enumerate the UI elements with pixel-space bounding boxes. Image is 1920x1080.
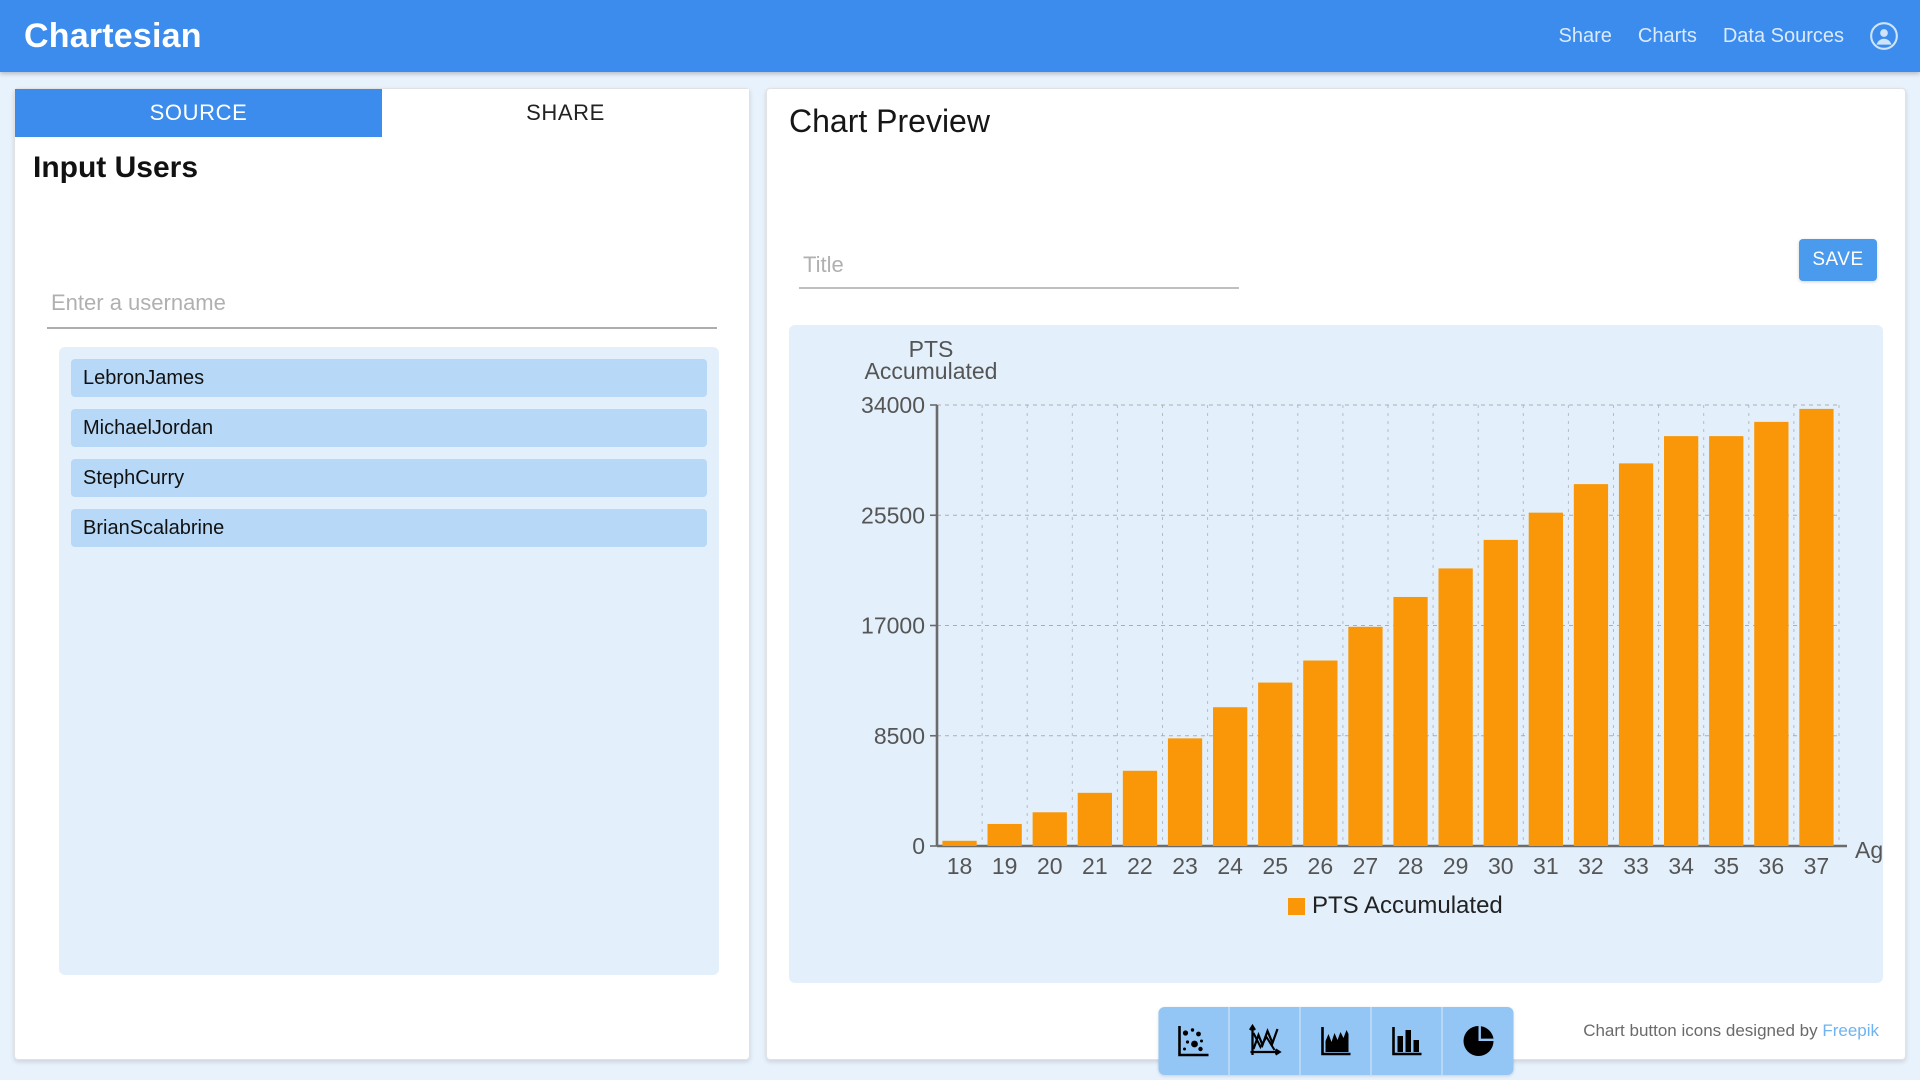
input-users-heading: Input Users	[33, 151, 199, 184]
scatter-chart-button[interactable]	[1158, 1007, 1230, 1075]
chart-title-input[interactable]	[799, 249, 1239, 289]
svg-text:33: 33	[1623, 853, 1649, 879]
area-chart-button[interactable]	[1300, 1007, 1372, 1075]
svg-text:34000: 34000	[861, 392, 925, 418]
svg-text:27: 27	[1353, 853, 1379, 879]
user-list: LebronJames MichaelJordan StephCurry Bri…	[59, 347, 719, 975]
nav-link-charts[interactable]: Charts	[1638, 25, 1697, 48]
pie-chart-icon	[1458, 1021, 1498, 1061]
area-chart-icon	[1316, 1021, 1356, 1061]
save-button[interactable]: SAVE	[1799, 239, 1877, 281]
svg-text:36: 36	[1759, 853, 1785, 879]
list-item[interactable]: LebronJames	[71, 359, 707, 397]
top-navigation-bar: Chartesian Share Charts Data Sources	[0, 0, 1920, 72]
list-item[interactable]: BrianScalabrine	[71, 509, 707, 547]
user-account-icon[interactable]	[1870, 22, 1898, 50]
svg-text:19: 19	[992, 853, 1018, 879]
svg-text:35: 35	[1713, 853, 1739, 879]
tab-source[interactable]: SOURCE	[15, 89, 382, 137]
line-chart-icon	[1245, 1021, 1285, 1061]
svg-text:22: 22	[1127, 853, 1153, 879]
chart-type-button-group	[1158, 1007, 1514, 1075]
source-panel: SOURCE SHARE Input Users LebronJames Mic…	[14, 88, 750, 1060]
svg-text:28: 28	[1398, 853, 1424, 879]
tab-share[interactable]: SHARE	[382, 89, 749, 137]
svg-text:20: 20	[1037, 853, 1063, 879]
list-item[interactable]: MichaelJordan	[71, 409, 707, 447]
app-brand-title: Chartesian	[24, 16, 202, 55]
svg-text:25: 25	[1262, 853, 1288, 879]
username-input[interactable]	[47, 285, 717, 329]
credit-text: Chart button icons designed by	[1583, 1021, 1823, 1040]
chart-preview-heading: Chart Preview	[789, 103, 990, 139]
svg-text:30: 30	[1488, 853, 1514, 879]
chart-preview-panel: Chart Preview SAVE 0 8500 17000 25500 34000 1…	[766, 88, 1906, 1075]
svg-text:17000: 17000	[861, 613, 925, 639]
freepik-link[interactable]: Freepik	[1822, 1021, 1879, 1040]
bar-chart-button[interactable]	[1371, 1007, 1443, 1075]
navbar-links: Share Charts Data Sources	[1559, 22, 1898, 50]
svg-text:31: 31	[1533, 853, 1559, 879]
chart-title-row: SAVE	[767, 239, 1905, 299]
icon-credit: Chart button icons designed by Freepik	[1583, 1021, 1879, 1041]
svg-text:26: 26	[1308, 853, 1334, 879]
nav-link-data-sources[interactable]: Data Sources	[1723, 25, 1844, 48]
chart-preview-area: 0 8500 17000 25500 34000 18 19 20 21 22 23 24 25 26 27…	[789, 325, 1883, 983]
svg-text:PTS Accumulated: PTS Accumulated	[1312, 892, 1503, 919]
svg-text:0: 0	[912, 833, 925, 859]
bar-chart: 0 8500 17000 25500 34000 18 19 20 21 22 23 24 25 26 27…	[861, 336, 1883, 919]
svg-text:29: 29	[1443, 853, 1469, 879]
svg-text:21: 21	[1082, 853, 1108, 879]
svg-text:Age: Age	[1855, 837, 1883, 863]
svg-text:8500: 8500	[874, 723, 925, 749]
nav-link-share[interactable]: Share	[1559, 25, 1612, 48]
pie-chart-button[interactable]	[1442, 1007, 1514, 1075]
svg-text:24: 24	[1217, 853, 1243, 879]
svg-text:37: 37	[1804, 853, 1830, 879]
svg-text:23: 23	[1172, 853, 1198, 879]
svg-text:34: 34	[1668, 853, 1694, 879]
svg-text:32: 32	[1578, 853, 1604, 879]
line-chart-button[interactable]	[1229, 1007, 1301, 1075]
svg-text:Accumulated: Accumulated	[865, 358, 998, 384]
list-item[interactable]: StephCurry	[71, 459, 707, 497]
svg-text:25500: 25500	[861, 502, 925, 528]
svg-text:18: 18	[947, 853, 973, 879]
scatter-plot-icon	[1174, 1021, 1214, 1061]
left-panel-tabs: SOURCE SHARE	[15, 89, 749, 137]
bar-chart-icon	[1387, 1021, 1427, 1061]
